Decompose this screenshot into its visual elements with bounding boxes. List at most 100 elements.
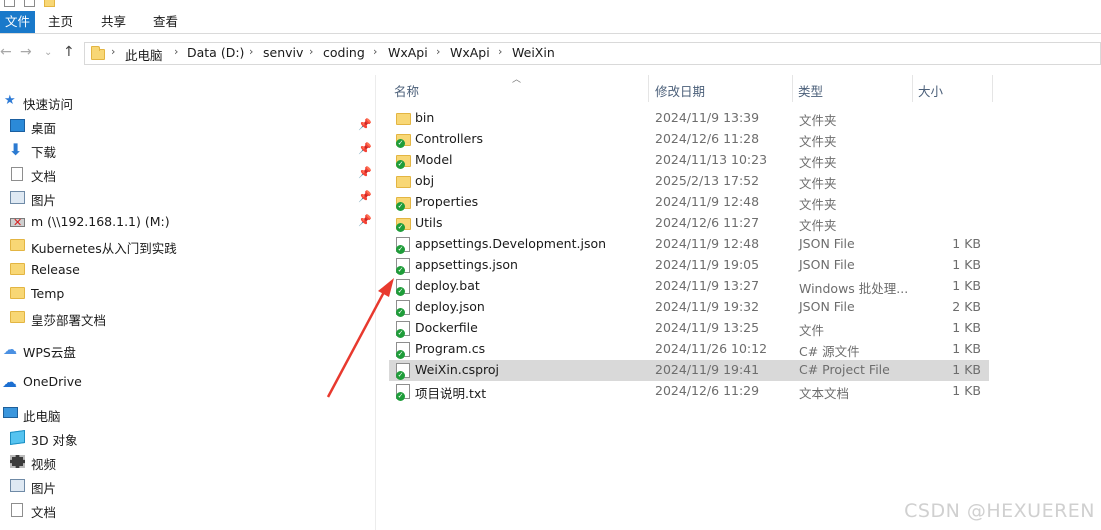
nav-item-documents[interactable]: 文档 📌 <box>0 162 376 186</box>
file-size: 2 KB <box>952 299 981 314</box>
nav-item-documents-pc[interactable]: 文档 <box>0 498 376 522</box>
address-bar[interactable]: › 此电脑 › Data (D:) › senviv › coding › Wx… <box>84 42 1101 65</box>
back-arrow-icon[interactable]: ← <box>0 44 12 60</box>
nav-item-folder[interactable]: 皇莎部署文档 <box>0 306 376 330</box>
breadcrumb-this-pc[interactable]: 此电脑 <box>125 45 163 64</box>
breadcrumb-separator-icon[interactable]: › <box>111 45 115 58</box>
file-row[interactable]: ✓ Properties 2024/11/9 12:48 文件夹 <box>389 192 989 213</box>
file-icon: ✓ <box>396 300 410 317</box>
breadcrumb-senviv[interactable]: senviv <box>263 45 303 60</box>
file-row[interactable]: obj 2025/2/13 17:52 文件夹 <box>389 171 989 192</box>
file-row[interactable]: bin 2024/11/9 13:39 文件夹 <box>389 108 989 129</box>
sync-check-icon: ✓ <box>396 245 405 254</box>
up-arrow-icon[interactable]: ↑ <box>63 44 75 60</box>
breadcrumb-separator-icon[interactable]: › <box>309 45 313 58</box>
recent-chevron-icon[interactable]: ⌄ <box>44 47 52 58</box>
tab-share[interactable]: 共享 <box>101 11 126 33</box>
sync-check-icon: ✓ <box>396 223 405 232</box>
quick-access-toolbar-icon[interactable] <box>24 0 35 7</box>
nav-item-folder[interactable]: Kubernetes从入门到实践 <box>0 234 376 258</box>
file-size: 1 KB <box>952 236 981 251</box>
column-header-name[interactable]: 名称 <box>394 81 419 100</box>
file-size: 1 KB <box>952 341 981 356</box>
folder-icon <box>396 113 411 125</box>
column-header-size[interactable]: 大小 <box>918 81 943 100</box>
nav-item-network-drive[interactable]: ✕ m (\\192.168.1.1) (M:) 📌 <box>0 210 376 234</box>
breadcrumb-separator-icon[interactable]: › <box>498 45 502 58</box>
file-name: bin <box>415 110 435 125</box>
nav-item-downloads[interactable]: ⬇ 下载 📌 <box>0 138 376 162</box>
nav-label: 桌面 <box>31 121 57 136</box>
sort-ascending-icon: ︿ <box>512 75 522 85</box>
nav-item-desktop[interactable]: 桌面 📌 <box>0 114 376 138</box>
quick-access-toolbar-icon[interactable] <box>4 0 15 7</box>
tab-file[interactable]: 文件 <box>0 11 35 33</box>
sync-check-icon: ✓ <box>396 266 405 275</box>
nav-onedrive[interactable]: ☁ OneDrive <box>0 370 376 394</box>
breadcrumb-wxapi[interactable]: WxApi <box>388 45 428 60</box>
nav-item-pictures-pc[interactable]: 图片 <box>0 474 376 498</box>
pin-icon[interactable]: 📌 <box>358 214 372 227</box>
breadcrumb-coding[interactable]: coding <box>323 45 365 60</box>
folder-icon <box>10 287 25 299</box>
nav-item-pictures[interactable]: 图片 📌 <box>0 186 376 210</box>
breadcrumb-separator-icon[interactable]: › <box>373 45 377 58</box>
file-row[interactable]: ✓ deploy.json 2024/11/9 19:32 JSON File 2 KB <box>389 297 989 318</box>
file-row[interactable]: ✓ 项目说明.txt 2024/12/6 11:29 文本文档 1 KB <box>389 381 989 402</box>
file-row[interactable]: ✓ Dockerfile 2024/11/9 13:25 文件 1 KB <box>389 318 989 339</box>
column-header-type[interactable]: 类型 <box>798 81 823 100</box>
column-header-date[interactable]: 修改日期 <box>655 81 705 100</box>
tab-home[interactable]: 主页 <box>48 11 73 33</box>
breadcrumb-separator-icon[interactable]: › <box>436 45 440 58</box>
watermark: CSDN @HEXUEREN <box>904 500 1095 522</box>
nav-this-pc[interactable]: 此电脑 <box>0 402 376 426</box>
nav-item-videos[interactable]: 视频 <box>0 450 376 474</box>
column-divider[interactable] <box>648 75 649 102</box>
file-row[interactable]: ✓ Utils 2024/12/6 11:27 文件夹 <box>389 213 989 234</box>
file-row[interactable]: ✓ appsettings.json 2024/11/9 19:05 JSON Fil… <box>389 255 989 276</box>
file-date: 2024/11/9 19:32 <box>655 299 760 314</box>
pin-icon[interactable]: 📌 <box>358 118 372 131</box>
breadcrumb-separator-icon[interactable]: › <box>174 45 178 58</box>
file-type: 文件夹 <box>799 176 837 191</box>
computer-icon <box>3 407 18 418</box>
nav-item-3d-objects[interactable]: 3D 对象 <box>0 426 376 450</box>
file-row[interactable]: ✓ appsettings.Development.json 2024/11/9 1… <box>389 234 989 255</box>
file-row[interactable]: ✓ Controllers 2024/12/6 11:28 文件夹 <box>389 129 989 150</box>
breadcrumb-weixin[interactable]: WeiXin <box>512 45 555 60</box>
file-size: 1 KB <box>952 278 981 293</box>
file-row[interactable]: ✓ Program.cs 2024/11/26 10:12 C# 源文件 1 KB <box>389 339 989 360</box>
file-type: JSON File <box>799 299 855 314</box>
nav-label: 皇莎部署文档 <box>31 313 107 328</box>
folder-icon <box>10 239 25 251</box>
column-divider[interactable] <box>792 75 793 102</box>
pin-icon[interactable]: 📌 <box>358 166 372 179</box>
breadcrumb-drive[interactable]: Data (D:) <box>187 45 244 60</box>
column-divider[interactable] <box>992 75 993 102</box>
pin-icon[interactable]: 📌 <box>358 190 372 203</box>
folder-icon <box>91 46 105 63</box>
forward-arrow-icon[interactable]: → <box>20 44 32 60</box>
pin-icon[interactable]: 📌 <box>358 142 372 155</box>
file-row[interactable]: ✓ WeiXin.csproj 2024/11/9 19:41 C# Project … <box>389 360 989 381</box>
nav-quick-access[interactable]: ★ 快速访问 <box>0 90 376 114</box>
download-icon: ⬇ <box>9 140 23 159</box>
sync-check-icon: ✓ <box>396 329 405 338</box>
nav-wps-cloud[interactable]: ☁ WPS云盘 <box>0 338 376 362</box>
cloud-icon: ☁ <box>3 342 17 358</box>
column-divider[interactable] <box>912 75 913 102</box>
file-size: 1 KB <box>952 257 981 272</box>
folder-icon <box>44 0 55 7</box>
nav-item-folder[interactable]: Release <box>0 258 376 282</box>
nav-label: Release <box>31 262 80 277</box>
breadcrumb-separator-icon[interactable]: › <box>249 45 253 58</box>
document-icon <box>11 167 23 181</box>
file-date: 2024/12/6 11:27 <box>655 215 760 230</box>
nav-label: 图片 <box>31 193 57 208</box>
file-type: JSON File <box>799 257 855 272</box>
file-row[interactable]: ✓ deploy.bat 2024/11/9 13:27 Windows 批处理...… <box>389 276 989 297</box>
tab-view[interactable]: 查看 <box>153 11 178 33</box>
file-row[interactable]: ✓ Model 2024/11/13 10:23 文件夹 <box>389 150 989 171</box>
nav-item-folder[interactable]: Temp <box>0 282 376 306</box>
breadcrumb-wxapi-2[interactable]: WxApi <box>450 45 490 60</box>
